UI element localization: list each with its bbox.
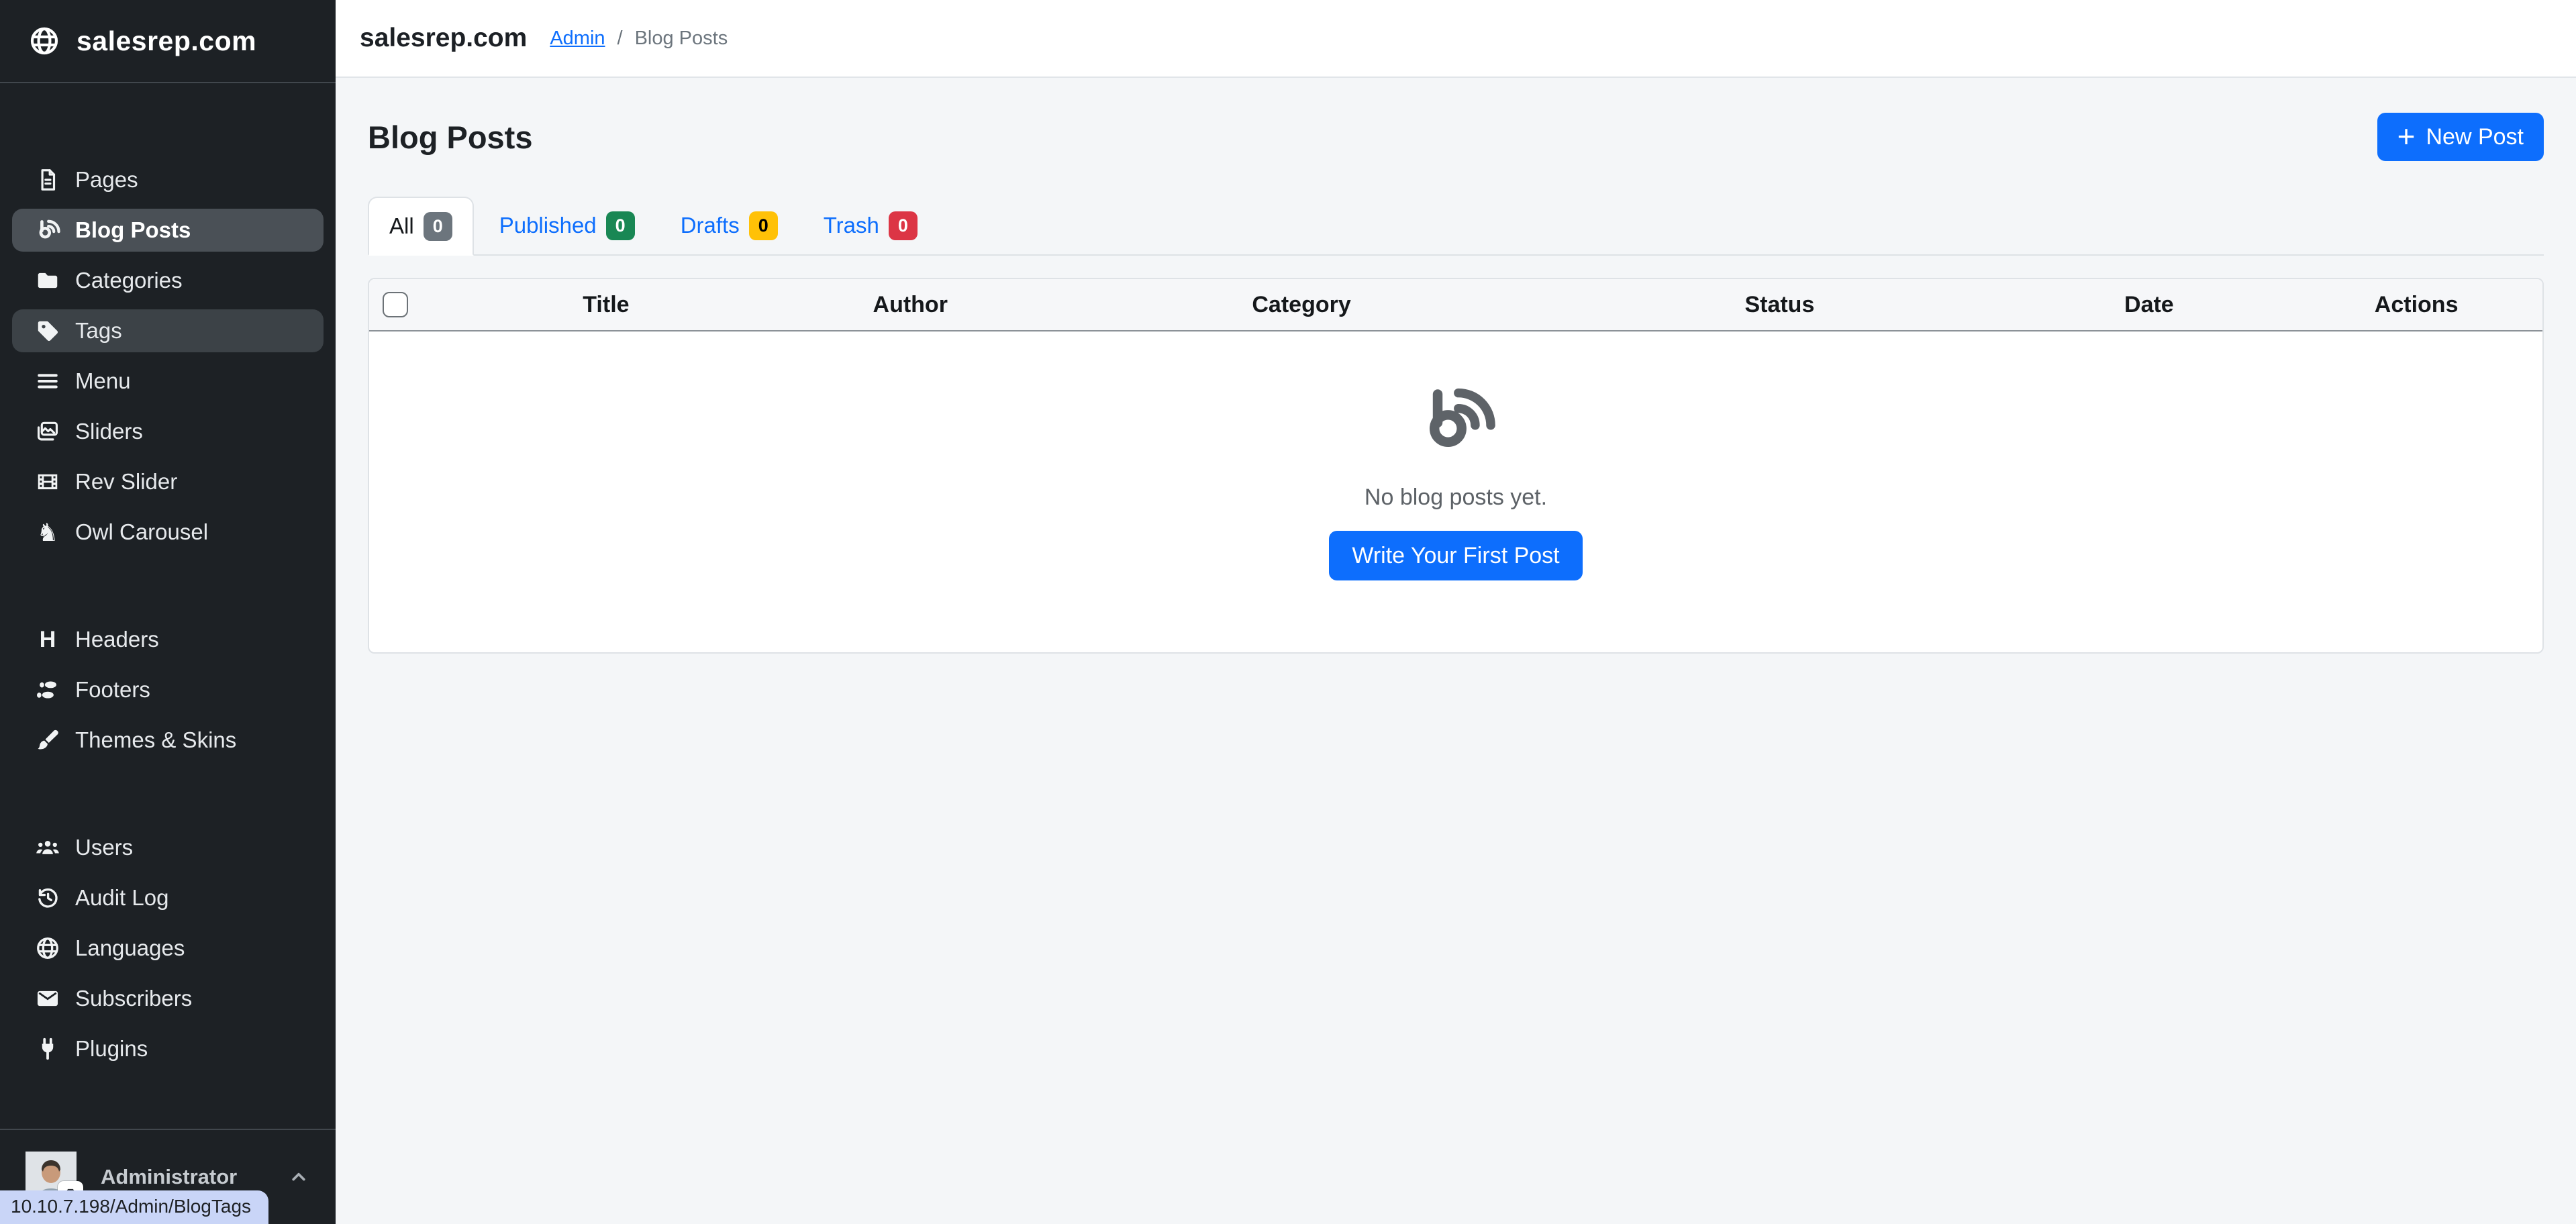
new-post-button[interactable]: + New Post xyxy=(2377,113,2544,161)
select-all-checkbox[interactable] xyxy=(383,292,408,317)
tag-icon xyxy=(32,318,63,344)
sidebar-item-themes-skins[interactable]: Themes & Skins xyxy=(12,719,324,762)
breadcrumb: Admin / Blog Posts xyxy=(550,28,728,50)
tabs: All 0 Published 0 Drafts 0 Trash 0 xyxy=(368,197,2544,256)
sidebar-item-label: Headers xyxy=(75,627,159,652)
column-header-author: Author xyxy=(769,292,1052,318)
sidebar-item-headers[interactable]: H Headers xyxy=(12,618,324,661)
sidebar-item-categories[interactable]: Categories xyxy=(12,259,324,302)
sidebar-nav: Pages Blog Posts Categories Tags Menu Sliders… xyxy=(0,83,336,1129)
status-bar-url: 10.10.7.198/Admin/BlogTags xyxy=(0,1190,268,1224)
column-header-category: Category xyxy=(1052,292,1552,318)
column-header-title: Title xyxy=(443,292,769,318)
main-content: Blog Posts + New Post All0Published0Draf… xyxy=(336,79,2576,1224)
sidebar-item-pages[interactable]: Pages xyxy=(12,158,324,201)
write-first-post-button[interactable]: Write Your First Post xyxy=(1329,531,1582,580)
page-title: Blog Posts xyxy=(368,119,532,156)
sidebar-item-label: Menu xyxy=(75,368,131,394)
new-post-button-label: New Post xyxy=(2426,124,2524,150)
sidebar-item-label: Rev Slider xyxy=(75,469,177,495)
blog-icon xyxy=(32,217,63,243)
logo-text: salesrep.com xyxy=(77,26,256,57)
chevron-up-icon[interactable] xyxy=(287,1166,310,1188)
bars-icon xyxy=(32,368,63,394)
sidebar-item-rev-slider[interactable]: Rev Slider xyxy=(12,460,324,503)
nav-section: Pages Blog Posts Categories Tags Menu Sliders… xyxy=(12,158,324,554)
tab-count-badge: 0 xyxy=(889,211,918,240)
sidebar-logo[interactable]: salesrep.com xyxy=(0,0,336,83)
users-icon xyxy=(32,835,63,860)
tab-label: Trash xyxy=(824,213,879,238)
globe-icon xyxy=(32,935,63,961)
tab-count-badge: 0 xyxy=(424,212,452,241)
breadcrumb-separator: / xyxy=(617,28,623,50)
blog-icon xyxy=(1416,385,1496,456)
column-header-date: Date xyxy=(2008,292,2290,318)
sidebar-item-tags[interactable]: Tags xyxy=(12,309,324,352)
tab-count-badge: 0 xyxy=(606,211,635,240)
posts-table-card: TitleAuthorCategoryStatusDateActions No … xyxy=(368,278,2544,654)
nav-section: Users Audit Log Languages Subscribers Plugin… xyxy=(12,826,324,1070)
topbar: salesrep.com Admin / Blog Posts xyxy=(336,0,2576,78)
sidebar-item-label: Users xyxy=(75,835,133,860)
sidebar-item-label: Themes & Skins xyxy=(75,727,236,753)
nav-section: H Headers Footers Themes & Skins xyxy=(12,618,324,762)
tab-trash[interactable]: Trash 0 xyxy=(803,197,938,254)
sidebar-item-sliders[interactable]: Sliders xyxy=(12,410,324,453)
sidebar-item-label: Blog Posts xyxy=(75,217,191,243)
column-header-status: Status xyxy=(1551,292,2008,318)
sidebar-item-label: Plugins xyxy=(75,1036,148,1062)
checkbox-cell xyxy=(369,292,443,317)
sidebar-item-label: Pages xyxy=(75,167,138,193)
folder-icon xyxy=(32,268,63,293)
column-header-actions: Actions xyxy=(2290,292,2542,318)
tab-count-badge: 0 xyxy=(749,211,778,240)
sidebar-item-label: Tags xyxy=(75,318,122,344)
table-header-row: TitleAuthorCategoryStatusDateActions xyxy=(369,279,2542,332)
sidebar-item-users[interactable]: Users xyxy=(12,826,324,869)
sidebar-item-subscribers[interactable]: Subscribers xyxy=(12,977,324,1020)
sidebar-item-audit-log[interactable]: Audit Log xyxy=(12,876,324,919)
sidebar-item-languages[interactable]: Languages xyxy=(12,927,324,970)
globe-icon xyxy=(28,25,60,57)
sidebar-item-footers[interactable]: Footers xyxy=(12,668,324,711)
heading-icon: H xyxy=(32,628,63,651)
sidebar-item-label: Categories xyxy=(75,268,183,293)
sidebar: salesrep.com Pages Blog Posts Categories Ta… xyxy=(0,0,336,1224)
sidebar-item-label: Languages xyxy=(75,935,185,961)
breadcrumb-admin-link[interactable]: Admin xyxy=(550,28,605,50)
sidebar-item-label: Subscribers xyxy=(75,986,192,1011)
empty-state-message: No blog posts yet. xyxy=(1365,484,1547,511)
site-title: salesrep.com xyxy=(360,23,527,53)
file-lines-icon xyxy=(32,167,63,193)
plug-icon xyxy=(32,1036,63,1062)
empty-state: No blog posts yet. Write Your First Post xyxy=(369,332,2542,580)
clock-rotate-left-icon xyxy=(32,885,63,911)
sidebar-item-plugins[interactable]: Plugins xyxy=(12,1027,324,1070)
envelope-icon xyxy=(32,986,63,1011)
horse-icon: ♞ xyxy=(32,520,63,545)
tab-label: All xyxy=(389,213,414,239)
paintbrush-icon xyxy=(32,727,63,753)
tab-label: Drafts xyxy=(681,213,740,238)
shoe-prints-icon xyxy=(32,677,63,703)
images-icon xyxy=(32,419,63,444)
sidebar-item-label: Sliders xyxy=(75,419,143,444)
plus-icon: + xyxy=(2397,121,2416,153)
sidebar-item-label: Footers xyxy=(75,677,150,703)
user-name: Administrator xyxy=(101,1165,237,1189)
film-icon xyxy=(32,469,63,495)
tab-published[interactable]: Published 0 xyxy=(479,197,655,254)
tab-label: Published xyxy=(499,213,597,238)
breadcrumb-current: Blog Posts xyxy=(635,28,728,50)
title-row: Blog Posts + New Post xyxy=(368,113,2544,161)
sidebar-item-blog-posts[interactable]: Blog Posts xyxy=(12,209,324,252)
sidebar-item-menu[interactable]: Menu xyxy=(12,360,324,403)
sidebar-item-owl-carousel[interactable]: ♞ Owl Carousel xyxy=(12,511,324,554)
sidebar-item-label: Audit Log xyxy=(75,885,168,911)
tab-all[interactable]: All 0 xyxy=(368,197,474,256)
sidebar-item-label: Owl Carousel xyxy=(75,519,208,545)
tab-drafts[interactable]: Drafts 0 xyxy=(660,197,798,254)
